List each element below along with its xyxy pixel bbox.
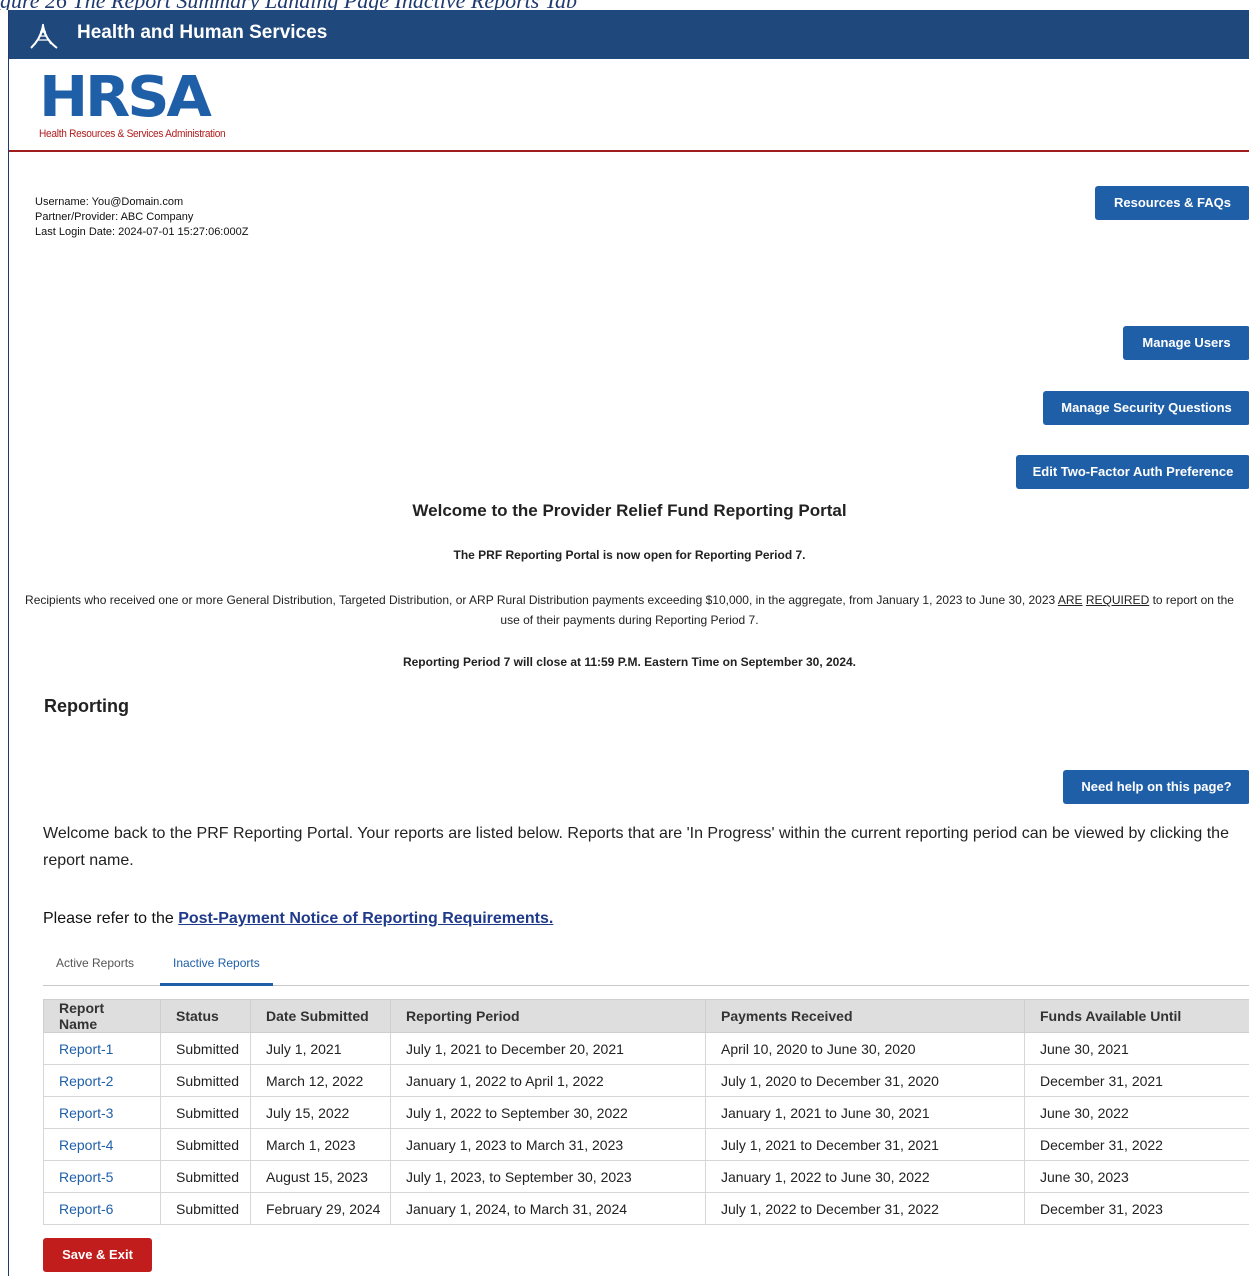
table-row: Report-5 Submitted August 15, 2023 July … — [43, 1160, 1249, 1193]
need-help-button[interactable]: Need help on this page? — [1063, 770, 1249, 804]
edit-two-factor-button[interactable]: Edit Two-Factor Auth Preference — [1016, 455, 1249, 489]
date-submitted-cell: March 1, 2023 — [250, 1128, 391, 1161]
reporting-heading: Reporting — [44, 696, 129, 716]
status-cell: Submitted — [160, 1064, 251, 1097]
report-tabs: Active Reports Inactive Reports — [43, 947, 1249, 986]
funds-available-cell: June 30, 2021 — [1024, 1032, 1249, 1065]
report-link[interactable]: Report-2 — [59, 1073, 113, 1089]
recipients-text-pre: Recipients who received one or more Gene… — [25, 593, 1058, 607]
report-link[interactable]: Report-1 — [59, 1041, 113, 1057]
payments-received-cell: July 1, 2022 to December 31, 2022 — [705, 1192, 1025, 1225]
funds-available-cell: December 31, 2021 — [1024, 1064, 1249, 1097]
tab-inactive-reports[interactable]: Inactive Reports — [160, 947, 273, 986]
reporting-period-cell: July 1, 2021 to December 20, 2021 — [390, 1032, 706, 1065]
report-name-cell: Report-3 — [43, 1096, 161, 1129]
column-header-funds-available: Funds Available Until — [1024, 999, 1249, 1033]
funds-available-cell: June 30, 2022 — [1024, 1096, 1249, 1129]
date-submitted-cell: July 1, 2021 — [250, 1032, 391, 1065]
refer-prefix: Please refer to the — [43, 910, 179, 927]
reporting-period-cell: July 1, 2023, to September 30, 2023 — [390, 1160, 706, 1193]
username-text: Username: You@Domain.com — [35, 196, 184, 208]
hrsa-logo: HRSA Health Resources & Services Adminis… — [39, 70, 242, 141]
hrsa-logo-mark: HRSA — [39, 65, 212, 130]
date-submitted-cell: March 12, 2022 — [250, 1064, 391, 1097]
date-submitted-cell: July 15, 2022 — [250, 1096, 391, 1129]
report-link[interactable]: Report-4 — [59, 1137, 113, 1153]
payments-received-cell: January 1, 2022 to June 30, 2022 — [705, 1160, 1025, 1193]
report-name-cell: Report-5 — [43, 1160, 161, 1193]
reporting-period-cell: July 1, 2022 to September 30, 2022 — [390, 1096, 706, 1129]
report-link[interactable]: Report-5 — [59, 1169, 113, 1185]
reports-intro-text: Welcome back to the PRF Reporting Portal… — [43, 825, 1229, 869]
payments-received-cell: April 10, 2020 to June 30, 2020 — [705, 1032, 1025, 1065]
status-cell: Submitted — [160, 1192, 251, 1225]
period-close-notice: Reporting Period 7 will close at 11:59 P… — [402, 655, 857, 669]
table-header-row: Report Name Status Date Submitted Report… — [43, 999, 1249, 1033]
report-link[interactable]: Report-6 — [59, 1201, 113, 1217]
header-divider — [9, 150, 1249, 152]
report-link[interactable]: Report-3 — [59, 1105, 113, 1121]
status-cell: Submitted — [160, 1128, 251, 1161]
hhs-header-bar: Health and Human Services — [9, 10, 1249, 59]
payments-received-cell: July 1, 2020 to December 31, 2020 — [705, 1064, 1025, 1097]
funds-available-cell: December 31, 2023 — [1024, 1192, 1249, 1225]
table-row: Report-3 Submitted July 15, 2022 July 1,… — [43, 1096, 1249, 1129]
table-row: Report-1 Submitted July 1, 2021 July 1, … — [43, 1032, 1249, 1065]
reporting-period-cell: January 1, 2022 to April 1, 2022 — [390, 1064, 706, 1097]
figure-caption: gure 26 The Report Summary Landing Page … — [0, 0, 1249, 10]
column-header-payments-received: Payments Received — [705, 999, 1025, 1033]
table-row: Report-2 Submitted March 12, 2022 Januar… — [43, 1064, 1249, 1097]
post-payment-notice-link[interactable]: Post-Payment Notice of Reporting Require… — [178, 910, 553, 927]
status-cell: Submitted — [160, 1160, 251, 1193]
report-name-cell: Report-1 — [43, 1032, 161, 1065]
tab-active-reports[interactable]: Active Reports — [43, 947, 147, 983]
column-header-date-submitted: Date Submitted — [250, 999, 391, 1033]
manage-users-button[interactable]: Manage Users — [1123, 326, 1249, 360]
partner-text: Partner/Provider: ABC Company — [35, 211, 194, 223]
report-name-cell: Report-6 — [43, 1192, 161, 1225]
date-submitted-cell: February 29, 2024 — [250, 1192, 391, 1225]
save-exit-button[interactable]: Save & Exit — [43, 1238, 152, 1272]
payments-received-cell: July 1, 2021 to December 31, 2021 — [705, 1128, 1025, 1161]
portal-frame: Health and Human Services HRSA Health Re… — [8, 10, 1249, 1276]
column-header-status: Status — [160, 999, 251, 1033]
report-name-cell: Report-2 — [43, 1064, 161, 1097]
column-header-reporting-period: Reporting Period — [390, 999, 706, 1033]
last-login-text: Last Login Date: 2024-07-01 15:27:06:000… — [35, 226, 249, 238]
date-submitted-cell: August 15, 2023 — [250, 1160, 391, 1193]
refer-text: Please refer to the Post-Payment Notice … — [43, 910, 553, 928]
recipients-required: REQUIRED — [1085, 593, 1150, 607]
funds-available-cell: June 30, 2023 — [1024, 1160, 1249, 1193]
table-row: Report-4 Submitted March 1, 2023 January… — [43, 1128, 1249, 1161]
portal-open-notice: The PRF Reporting Portal is now open for… — [453, 548, 806, 562]
hhs-title: Health and Human Services — [77, 22, 328, 43]
hhs-eagle-icon — [30, 23, 58, 49]
reporting-period-cell: January 1, 2023 to March 31, 2023 — [390, 1128, 706, 1161]
inactive-reports-table: Report Name Status Date Submitted Report… — [43, 999, 1249, 1225]
recipients-notice: Recipients who received one or more Gene… — [9, 590, 1249, 630]
welcome-title: Welcome to the Provider Relief Fund Repo… — [412, 501, 847, 520]
status-cell: Submitted — [160, 1032, 251, 1065]
manage-security-questions-button[interactable]: Manage Security Questions — [1043, 391, 1249, 425]
table-row: Report-6 Submitted February 29, 2024 Jan… — [43, 1192, 1249, 1225]
funds-available-cell: December 31, 2022 — [1024, 1128, 1249, 1161]
recipients-are: ARE — [1057, 593, 1083, 607]
payments-received-cell: January 1, 2021 to June 30, 2021 — [705, 1096, 1025, 1129]
user-info: Username: You@Domain.com Partner/Provide… — [35, 195, 248, 240]
hrsa-logo-subtitle: Health Resources & Services Administrati… — [39, 128, 226, 140]
report-name-cell: Report-4 — [43, 1128, 161, 1161]
resources-faqs-button[interactable]: Resources & FAQs — [1095, 186, 1249, 220]
status-cell: Submitted — [160, 1096, 251, 1129]
column-header-report-name: Report Name — [43, 999, 161, 1033]
reporting-period-cell: January 1, 2024, to March 31, 2024 — [390, 1192, 706, 1225]
